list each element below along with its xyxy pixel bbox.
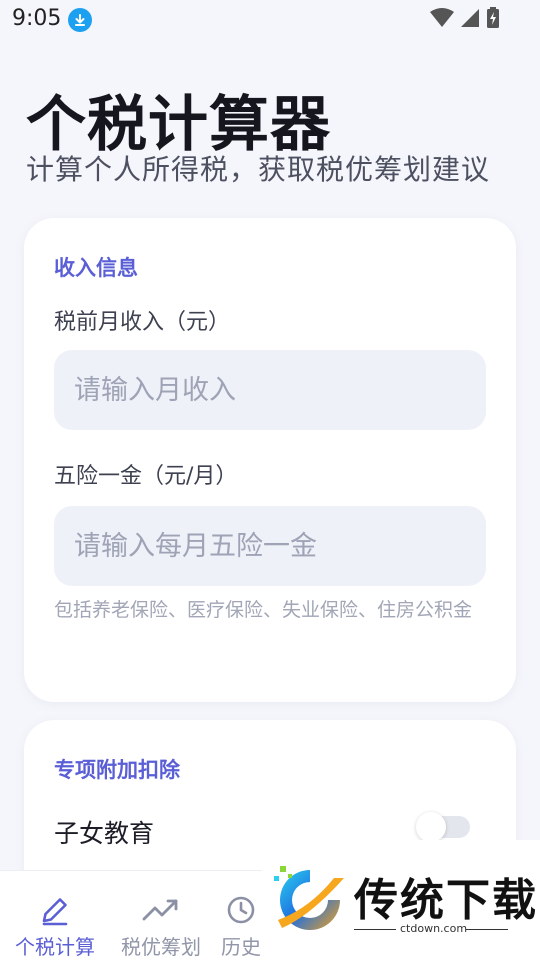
social-insurance-hint: 包括养老保险、医疗保险、失业保险、住房公积金 <box>54 599 473 621</box>
nav-label-tax-plan: 税优筹划 <box>121 935 201 959</box>
watermark-divider <box>354 929 396 930</box>
social-insurance-input[interactable] <box>54 506 486 586</box>
watermark-url: ctdown.com <box>400 922 468 935</box>
monthly-income-field-box <box>54 350 486 430</box>
social-insurance-label: 五险一金（元/月） <box>54 464 238 489</box>
monthly-income-label: 税前月收入（元） <box>54 310 231 335</box>
history-icon <box>224 893 258 927</box>
nav-label-history: 历史 <box>221 935 261 959</box>
pencil-icon <box>38 893 72 927</box>
social-insurance-field-box <box>54 506 486 586</box>
income-info-card: 收入信息 税前月收入（元） 五险一金（元/月） 包括养老保险、医疗保险、失业保险… <box>24 218 516 702</box>
watermark-divider <box>466 929 508 930</box>
deduction-section-title: 专项附加扣除 <box>54 758 180 782</box>
page-subtitle: 计算个人所得税，获取税优筹划建议 <box>26 153 491 186</box>
wifi-icon <box>430 8 454 32</box>
watermark: 传统下载 ctdown.com <box>262 840 540 960</box>
nav-item-tax-calc[interactable]: 个税计算 <box>0 871 110 960</box>
nav-item-tax-plan[interactable]: 税优筹划 <box>106 871 216 960</box>
child-education-toggle[interactable] <box>416 812 470 842</box>
watermark-text: 传统下载 <box>354 875 538 926</box>
status-bar: 9:05 <box>0 0 540 38</box>
toggle-knob <box>416 812 446 842</box>
status-time: 9:05 <box>12 6 62 31</box>
child-education-label: 子女教育 <box>54 819 155 848</box>
battery-charging-icon <box>486 7 500 33</box>
income-section-title: 收入信息 <box>54 256 138 280</box>
download-icon <box>68 8 92 32</box>
watermark-logo <box>270 864 350 942</box>
cell-signal-icon <box>460 8 480 32</box>
trend-up-icon <box>141 893 181 927</box>
monthly-income-input[interactable] <box>54 350 486 430</box>
nav-label-tax-calc: 个税计算 <box>15 935 95 959</box>
